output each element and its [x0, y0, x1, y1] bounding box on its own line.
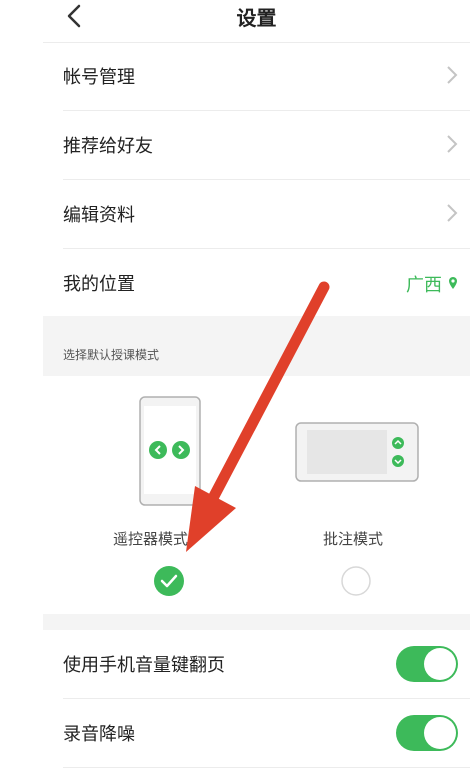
volume-flip-toggle[interactable] — [396, 646, 458, 682]
location-text: 广西 — [406, 275, 442, 296]
mode-option-remote[interactable]: 遥控器模式 — [113, 388, 233, 596]
menu-item-label: 帐号管理 — [63, 67, 135, 88]
toggle-knob — [424, 717, 456, 749]
nav-header: 设置 — [43, 0, 470, 43]
tablet-annotate-icon — [295, 422, 419, 486]
mode-label: 遥控器模式 — [113, 530, 189, 548]
menu-item-recommend[interactable]: 推荐给好友 — [43, 111, 470, 180]
location-pin-icon — [448, 274, 458, 295]
chevron-right-icon — [446, 65, 458, 89]
setting-volume-flip: 使用手机音量键翻页 — [43, 630, 470, 699]
toggle-knob — [424, 648, 456, 680]
menu-item-label: 编辑资料 — [63, 205, 135, 226]
phone-remote-icon — [139, 396, 201, 510]
mode-label: 批注模式 — [323, 530, 384, 548]
menu-item-location[interactable]: 我的位置 广西 — [43, 249, 470, 316]
radio-unchecked-icon[interactable] — [341, 566, 371, 600]
chevron-right-icon — [446, 134, 458, 158]
menu-item-edit-profile[interactable]: 编辑资料 — [43, 180, 470, 249]
section-label: 选择默认授课模式 — [63, 348, 160, 362]
noise-reduction-toggle[interactable] — [396, 715, 458, 751]
mode-selector: 遥控器模式 批注模式 — [43, 376, 470, 614]
section-header: 选择默认授课模式 — [43, 316, 470, 376]
divider — [63, 767, 470, 768]
menu-item-label: 推荐给好友 — [63, 136, 153, 157]
setting-noise-reduction: 录音降噪 — [43, 699, 470, 768]
page-title: 设置 — [236, 6, 277, 30]
settings-panel: 设置 帐号管理 推荐给好友 编辑资料 我的位置 广西 选择默认授课模式 遥控器模… — [43, 0, 470, 774]
menu-item-label: 我的位置 — [63, 274, 135, 295]
section-gap — [43, 614, 470, 630]
mode-option-annotate[interactable]: 批注模式 — [293, 388, 423, 596]
radio-checked-icon[interactable] — [154, 566, 184, 600]
menu-item-account[interactable]: 帐号管理 — [43, 42, 470, 111]
setting-label: 录音降噪 — [63, 724, 135, 745]
chevron-right-icon — [446, 203, 458, 227]
location-value: 广西 — [406, 271, 458, 297]
setting-label: 使用手机音量键翻页 — [63, 655, 225, 676]
